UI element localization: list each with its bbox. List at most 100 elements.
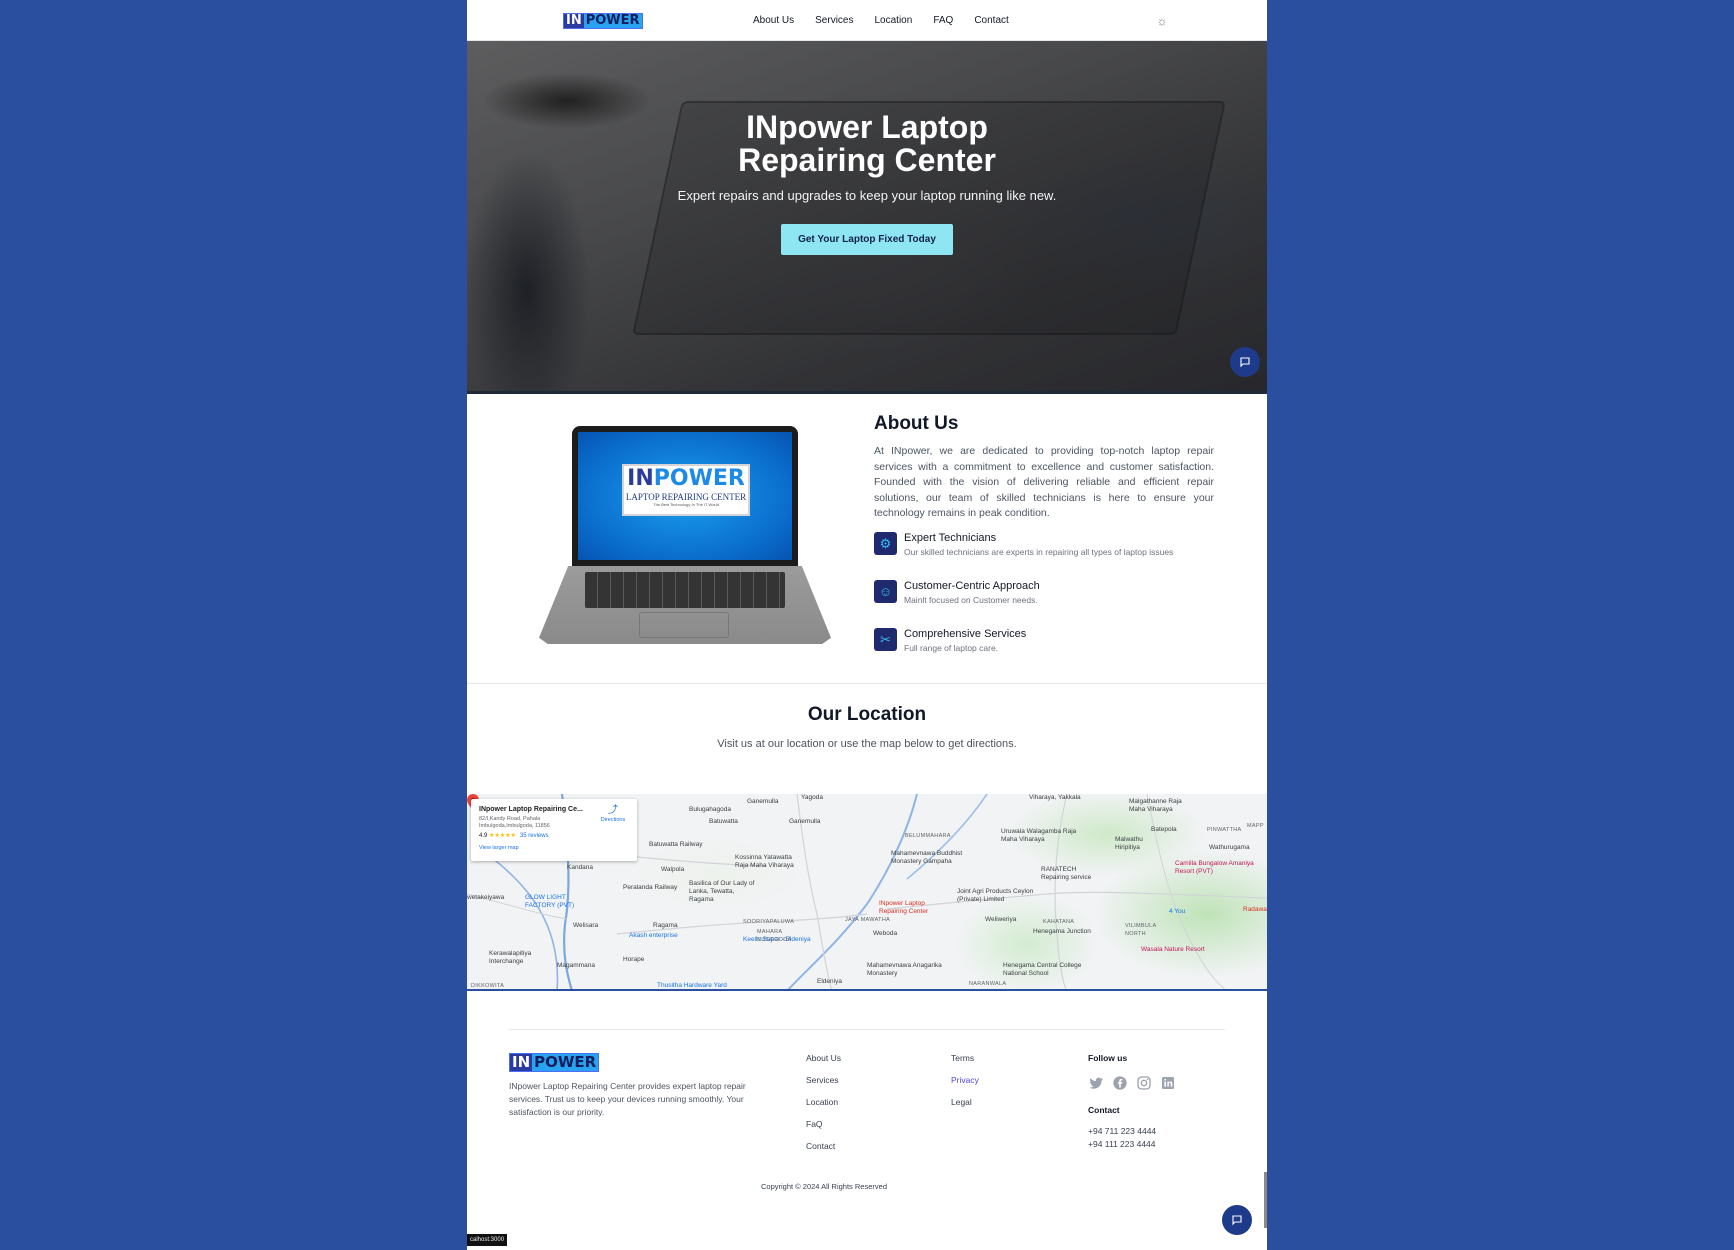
- social-icons: [1088, 1075, 1176, 1091]
- map-label: Bulugahagoda: [689, 806, 731, 813]
- map-label: NARANWALA: [969, 981, 1007, 987]
- about-section: INPOWER LAPTOP REPAIRING CENTER The Best…: [467, 391, 1267, 684]
- sun-icon[interactable]: ☼: [1155, 14, 1169, 28]
- map-label: Kerawalapitiya Interchange: [489, 950, 532, 965]
- laptop-image: INPOWER LAPTOP REPAIRING CENTER The Best…: [539, 426, 831, 644]
- map-label: MAPP: [1247, 823, 1264, 829]
- map-label: Mahamevnawa Buddhist Monastery Gampaha: [891, 850, 963, 865]
- map-label: VILIMBULA NORTH: [1125, 923, 1157, 937]
- laptop-touchpad: [639, 612, 729, 638]
- nav-about-us[interactable]: About Us: [753, 14, 794, 27]
- directions-icon: ⤴: [608, 805, 618, 816]
- screen-logo-small-text: The Best Technology In The IT World: [653, 502, 719, 507]
- main-nav: About Us Services Location FAQ Contact: [753, 14, 1030, 27]
- directions-button[interactable]: ⤴ Directions: [595, 805, 631, 824]
- nav-contact[interactable]: Contact: [974, 14, 1008, 27]
- map-place-card: INpower Laptop Repairing Ce... 82/I,Kand…: [471, 799, 637, 861]
- feature-comprehensive-services: ✂ Comprehensive Services Full range of l…: [874, 627, 1214, 661]
- map-label: Walpola: [661, 866, 685, 873]
- nav-location[interactable]: Location: [875, 14, 913, 27]
- hero-subtitle: Expert repairs and upgrades to keep your…: [677, 188, 1057, 203]
- get-laptop-fixed-button[interactable]: Get Your Laptop Fixed Today: [781, 224, 953, 255]
- about-body: At INpower, we are dedicated to providin…: [874, 445, 1214, 519]
- copyright-text: Copyright © 2024 All Rights Reserved: [760, 1182, 887, 1191]
- map-label: KAHATANA: [1043, 919, 1075, 925]
- logo-in-text: IN: [510, 1053, 533, 1071]
- footer-link-contact[interactable]: Contact: [806, 1141, 841, 1152]
- footer-link-about-us[interactable]: About Us: [806, 1053, 841, 1064]
- site-header: IN POWER About Us Services Location FAQ …: [467, 0, 1267, 41]
- instagram-icon[interactable]: [1136, 1075, 1152, 1091]
- footer-social-contact: Follow us Contact +94 711 223 4444 +94 1…: [1088, 1053, 1176, 1151]
- map-label: Ganemulla: [747, 798, 779, 805]
- map-label: Viharaya, Yakkala: [1029, 794, 1081, 801]
- map-label: 4 You: [1169, 908, 1186, 915]
- map-label: Henegama Central College National School: [1003, 962, 1082, 977]
- map-marker-label: INpower Laptop Repairing Center: [879, 900, 929, 915]
- map-label: Kossinna Yatawatta Raja Maha Viharaya: [735, 854, 794, 869]
- footer-link-terms[interactable]: Terms: [951, 1053, 979, 1064]
- logo-power-text: POWER: [532, 1053, 599, 1071]
- map-place-address: 82/I,Kandy Road, Pahala Imbulgoda,Imbulg…: [479, 816, 550, 829]
- brand-logo[interactable]: IN POWER: [563, 13, 643, 29]
- chat-icon[interactable]: [1222, 1205, 1252, 1235]
- hero-content: INpower Laptop Repairing Center Expert r…: [467, 111, 1267, 255]
- embedded-map[interactable]: Yagoda Ganemulla Bulugahagoda Batuwatta …: [467, 794, 1267, 991]
- phone-number[interactable]: +94 711 223 4444: [1088, 1125, 1176, 1138]
- map-label: Horape: [623, 956, 645, 963]
- linkedin-icon[interactable]: [1160, 1075, 1176, 1091]
- nav-services[interactable]: Services: [815, 14, 853, 27]
- twitter-icon[interactable]: [1088, 1075, 1104, 1091]
- view-larger-map-link[interactable]: View larger map: [479, 845, 629, 852]
- hero-section: INpower Laptop Repairing Center Expert r…: [467, 41, 1267, 391]
- map-label: Yagoda: [801, 794, 823, 801]
- footer-links-legal: Terms Privacy Legal: [951, 1053, 979, 1119]
- map-label: MAHARA NUGEGODA: [757, 929, 792, 943]
- map-label: DIKKOWITA: [471, 983, 505, 989]
- feature-desc: Our skilled technicians are experts in r…: [904, 547, 1174, 557]
- footer-link-legal[interactable]: Legal: [951, 1097, 979, 1108]
- chat-icon[interactable]: [1230, 347, 1260, 377]
- laptop-screen: INPOWER LAPTOP REPAIRING CENTER The Best…: [578, 432, 792, 560]
- nav-faq[interactable]: FAQ: [933, 14, 953, 27]
- footer-link-faq[interactable]: FaQ: [806, 1119, 841, 1130]
- screen-logo-tagline: LAPTOP REPAIRING CENTER: [625, 492, 747, 502]
- screen-logo-in: IN: [627, 466, 654, 491]
- feature-customer-centric: ☺ Customer-Centric Approach Mainlt focus…: [874, 579, 1214, 613]
- page: IN POWER About Us Services Location FAQ …: [467, 0, 1267, 1250]
- map-label: Malgathanne Raja Maha Viharaya: [1129, 798, 1182, 813]
- feature-expert-technicians: ⚙ Expert Technicians Our skilled technic…: [874, 531, 1214, 565]
- footer-divider: [509, 1029, 1225, 1030]
- map-label: wetakeiyawa: [467, 894, 505, 901]
- map-label: SOORIYAPALUWA: [743, 919, 795, 925]
- footer-link-privacy[interactable]: Privacy: [951, 1075, 979, 1086]
- smile-icon: ☺: [874, 580, 897, 603]
- phone-number[interactable]: +94 111 223 4444: [1088, 1138, 1176, 1151]
- map-label: Mahamevnawa Anagarika Monastery: [867, 962, 942, 977]
- map-label: Ganemulla: [789, 818, 821, 825]
- location-section: Our Location Visit us at our location or…: [467, 684, 1267, 794]
- location-title: Our Location: [807, 704, 927, 725]
- screen-logo-wordmark: INPOWER: [624, 466, 748, 492]
- screen-logo: INPOWER LAPTOP REPAIRING CENTER The Best…: [622, 464, 750, 516]
- map-label: Joint Agri Products Ceylon (Private) Lim…: [957, 888, 1034, 903]
- status-bar-url: calhost:3000: [467, 1234, 508, 1246]
- logo-in-text: IN: [564, 13, 584, 28]
- scrollbar-thumb[interactable]: [1264, 1172, 1267, 1228]
- footer-link-location[interactable]: Location: [806, 1097, 841, 1108]
- tools-icon: ✂: [874, 628, 897, 651]
- map-label: Camilla Bungalow Amaniya Resort (PVT): [1175, 860, 1254, 875]
- footer-link-services[interactable]: Services: [806, 1075, 841, 1086]
- map-label: Peralanda Railway: [623, 884, 678, 891]
- location-subtitle: Visit us at our location or use the map …: [717, 738, 1017, 750]
- facebook-icon[interactable]: [1112, 1075, 1128, 1091]
- map-label: BELUMMAHARA: [905, 833, 951, 839]
- site-footer: IN POWER INpower Laptop Repairing Center…: [467, 991, 1267, 1250]
- map-label: GLOW LIGHT FACTORY (PVT): [525, 894, 575, 909]
- footer-brand-logo[interactable]: IN POWER: [509, 1053, 600, 1072]
- reviews-link[interactable]: 35 reviews: [520, 833, 549, 839]
- map-label: Wathurugama: [1209, 844, 1250, 851]
- laptop-screen-frame: INPOWER LAPTOP REPAIRING CENTER The Best…: [572, 426, 798, 566]
- map-place-rating: 4.9 ★★★★★ 35 reviews: [479, 832, 629, 840]
- map-label: Ragama: [653, 922, 678, 929]
